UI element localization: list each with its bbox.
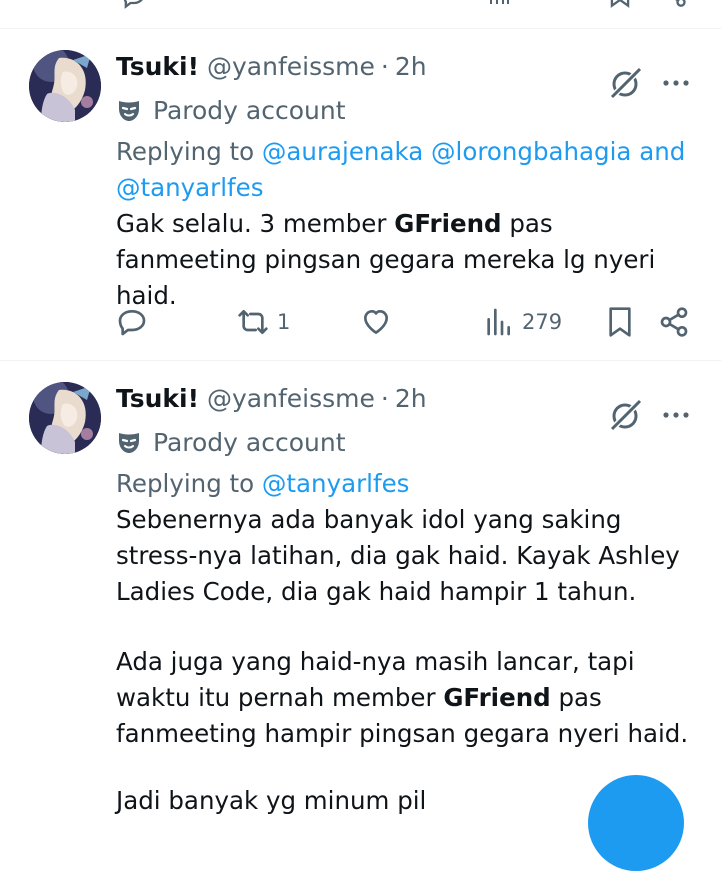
views-icon [487, 308, 510, 336]
share-icon [660, 307, 688, 337]
parody-mask-icon [119, 433, 139, 453]
timestamp[interactable]: 2h [395, 384, 427, 413]
grok-icon[interactable] [609, 66, 643, 100]
views-count: 279 [522, 310, 563, 334]
separator: · [380, 383, 389, 413]
avatar[interactable] [29, 50, 101, 122]
bookmark-button[interactable] [604, 302, 636, 342]
tweet-text: Sebenernya ada banyak idol yang saking s… [116, 502, 696, 752]
reply-button[interactable] [116, 302, 148, 342]
compose-button[interactable] [588, 775, 684, 871]
mention-link[interactable]: @aurajenaka [262, 137, 423, 166]
mention-link[interactable]: @lorongbahagia [431, 137, 631, 166]
retweet-button[interactable]: 1 [237, 302, 290, 342]
reply-icon [118, 310, 146, 336]
mention-link[interactable]: @tanyarlfes [262, 469, 410, 498]
grok-icon[interactable] [609, 398, 643, 432]
tweet-actions: 1 279 [116, 302, 696, 342]
separator: · [380, 51, 389, 81]
tweet[interactable]: Tsuki! @yanfeissme · 2h Parody account R… [0, 30, 721, 361]
display-name[interactable]: Tsuki! [116, 52, 199, 81]
tweet-text-bold: GFriend [443, 683, 551, 712]
user-handle[interactable]: @yanfeissme [207, 52, 375, 81]
display-name[interactable]: Tsuki! [116, 384, 199, 413]
retweet-count: 1 [277, 310, 291, 334]
views-button[interactable]: 279 [482, 302, 562, 342]
previous-tweet-actions [0, 0, 721, 29]
tweet-paragraph: Sebenernya ada banyak idol yang saking s… [116, 505, 680, 606]
mention-link[interactable]: @tanyarlfes [116, 173, 264, 202]
tweet[interactable]: Tsuki! @yanfeissme · 2h Parody account R… [0, 362, 721, 806]
tweet-paragraph: Ada juga yang haid-nya masih lancar, tap… [116, 644, 696, 752]
mention-join[interactable]: and [639, 137, 685, 166]
share-icon[interactable] [660, 0, 688, 8]
tweet-paragraph-partial: Jadi banyak yg minum pil [116, 786, 427, 815]
tweet-text: Gak selalu. 3 member GFriend pas fanmeet… [116, 206, 696, 314]
reply-icon[interactable] [120, 0, 148, 10]
user-handle[interactable]: @yanfeissme [207, 384, 375, 413]
replying-to: Replying to @aurajenaka @lorongbahagia a… [116, 134, 696, 206]
more-icon[interactable] [661, 402, 691, 428]
like-icon [364, 310, 388, 334]
parody-text: Parody account [153, 95, 346, 125]
more-icon[interactable] [661, 70, 691, 96]
avatar[interactable] [29, 382, 101, 454]
like-button[interactable] [360, 302, 392, 342]
bookmark-icon [609, 307, 631, 337]
views-icon[interactable] [486, 0, 512, 6]
timestamp[interactable]: 2h [395, 52, 427, 81]
bookmark-icon[interactable] [606, 0, 634, 8]
replying-prefix: Replying to [116, 137, 255, 166]
replying-prefix: Replying to [116, 469, 255, 498]
tweet-text-part: Gak selalu. 3 member [116, 209, 395, 238]
parody-mask-icon [119, 101, 139, 121]
tweet-text-bold: GFriend [394, 209, 502, 238]
replying-to: Replying to @tanyarlfes [116, 466, 696, 502]
share-button[interactable] [658, 302, 690, 342]
retweet-icon [238, 310, 268, 334]
parody-text: Parody account [153, 427, 346, 457]
